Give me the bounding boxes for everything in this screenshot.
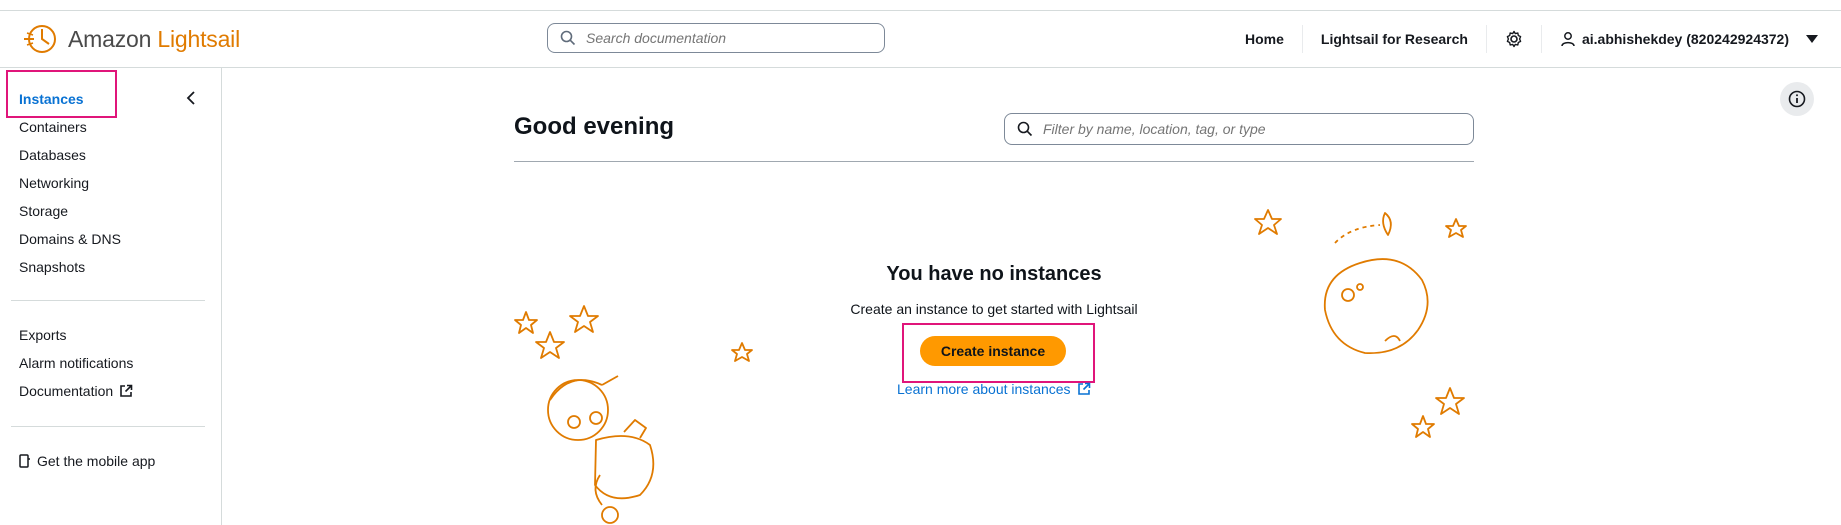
info-button[interactable]: [1780, 82, 1814, 116]
user-menu[interactable]: ai.abhishekdey (820242924372): [1542, 25, 1841, 53]
search-input[interactable]: [584, 29, 868, 47]
filter-search-icon: [1017, 121, 1033, 137]
star-icon: [514, 311, 538, 334]
documentation-search[interactable]: [547, 23, 885, 53]
sidebar-item-networking[interactable]: Networking: [19, 175, 89, 191]
empty-state-title: You have no instances: [886, 263, 1102, 285]
mobile-app-label: Get the mobile app: [37, 453, 156, 469]
documentation-label: Documentation: [19, 383, 114, 399]
sidebar-item-containers[interactable]: Containers: [19, 119, 87, 135]
moon-illustration: [1254, 209, 1467, 438]
brand-prefix: Amazon: [68, 25, 152, 52]
external-link-icon: [1077, 382, 1090, 395]
sidebar-item-alarm-notifications[interactable]: Alarm notifications: [19, 355, 133, 371]
caret-down-icon: [1806, 35, 1818, 43]
chevron-left-icon[interactable]: [183, 90, 199, 106]
mobile-icon: [19, 454, 30, 468]
empty-state-description: Create an instance to get started with L…: [850, 301, 1138, 317]
sidebar-item-domains-dns[interactable]: Domains & DNS: [19, 231, 121, 247]
main-divider: [514, 161, 1474, 162]
brand-product: Lightsail: [157, 25, 240, 52]
sidebar-item-storage[interactable]: Storage: [19, 203, 68, 219]
search-icon: [560, 30, 576, 46]
learn-more-label: Learn more about instances: [897, 381, 1071, 397]
sidebar-item-exports[interactable]: Exports: [19, 327, 66, 343]
star-icon: [535, 331, 565, 359]
lightsail-logo-icon: [24, 25, 56, 53]
nav-home[interactable]: Home: [1227, 25, 1303, 53]
sidebar-item-documentation[interactable]: Documentation: [19, 383, 133, 399]
top-navigation: Home Lightsail for Research ai.abhishekd…: [1227, 11, 1841, 67]
star-icon: [569, 305, 599, 333]
user-icon: [1561, 32, 1575, 47]
info-icon: [1788, 90, 1806, 108]
sidebar: Instances Containers Databases Networkin…: [0, 68, 222, 525]
star-icon: [731, 342, 753, 362]
external-link-icon: [120, 384, 133, 397]
settings-button[interactable]: [1487, 25, 1542, 53]
sidebar-divider-2: [11, 426, 205, 427]
learn-more-link[interactable]: Learn more about instances: [897, 381, 1091, 397]
lightsail-logo[interactable]: Amazon Lightsail: [22, 21, 240, 57]
create-instance-button[interactable]: Create instance: [920, 336, 1066, 366]
star-icon: [1435, 387, 1465, 415]
star-icon: [1411, 415, 1435, 438]
top-header: Amazon Lightsail Home Lightsail for Rese…: [0, 11, 1841, 68]
nav-lightsail-for-research[interactable]: Lightsail for Research: [1303, 25, 1487, 53]
filter-input[interactable]: [1041, 120, 1465, 138]
sidebar-item-instances[interactable]: Instances: [19, 91, 84, 107]
star-icon: [1254, 209, 1282, 235]
sidebar-item-mobile-app[interactable]: Get the mobile app: [19, 453, 155, 469]
robot-illustration: [514, 305, 753, 524]
page-greeting: Good evening: [514, 113, 675, 140]
star-icon: [1445, 218, 1467, 238]
top-bar-strip: [0, 0, 1841, 11]
user-label: ai.abhishekdey (820242924372): [1581, 31, 1789, 47]
sidebar-item-databases[interactable]: Databases: [19, 147, 86, 163]
instance-filter[interactable]: [1004, 113, 1474, 145]
gear-icon: [1506, 30, 1522, 48]
brand-name: Amazon Lightsail: [68, 26, 240, 53]
